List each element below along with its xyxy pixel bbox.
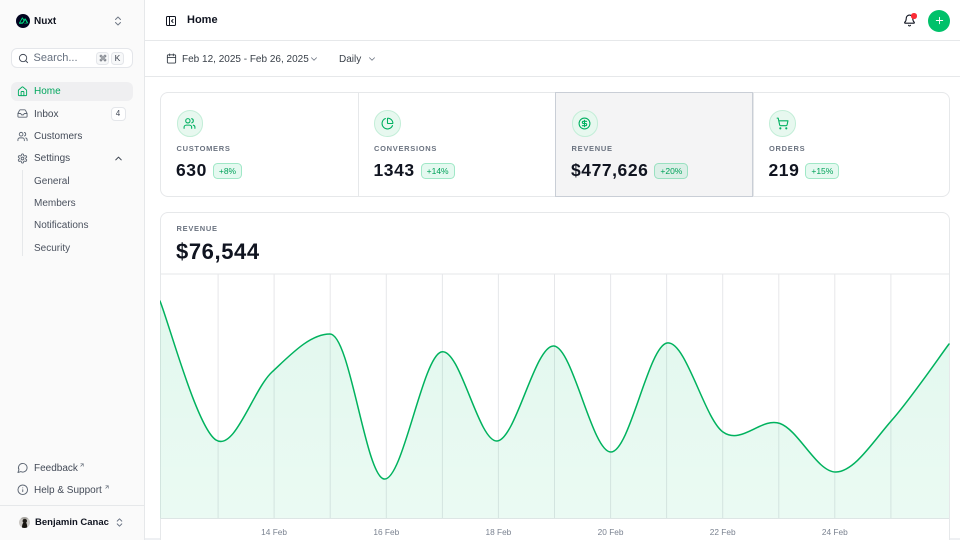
svg-text:18 Feb: 18 Feb [485, 527, 511, 537]
svg-text:14 Feb: 14 Feb [261, 527, 287, 537]
svg-text:20 Feb: 20 Feb [598, 527, 624, 537]
svg-text:24 Feb: 24 Feb [822, 527, 848, 537]
svg-text:22 Feb: 22 Feb [710, 527, 736, 537]
svg-text:16 Feb: 16 Feb [373, 527, 399, 537]
